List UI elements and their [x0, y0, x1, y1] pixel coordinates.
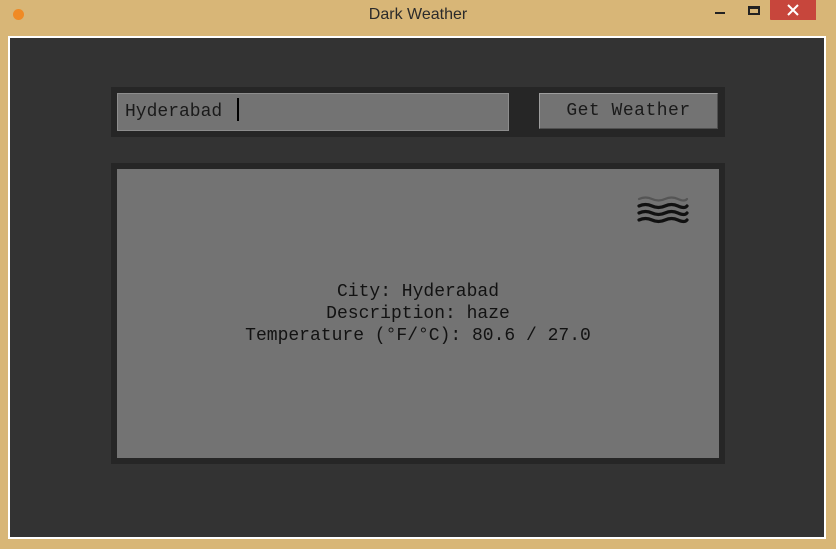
- minimize-button[interactable]: [706, 0, 733, 20]
- app-content: Get Weather City: Hyderabad Descr: [10, 38, 824, 537]
- close-icon: [787, 4, 799, 16]
- haze-icon: [637, 196, 689, 224]
- weather-info: City: Hyderabad Description: haze Temper…: [117, 281, 719, 347]
- close-button[interactable]: [770, 0, 816, 20]
- search-frame: Get Weather: [111, 87, 725, 137]
- minimize-icon: [714, 12, 725, 14]
- app-window: Dark Weather Get Weather: [0, 0, 836, 549]
- result-panel: City: Hyderabad Description: haze Temper…: [117, 169, 719, 458]
- result-frame: City: Hyderabad Description: haze Temper…: [111, 163, 725, 464]
- maximize-button[interactable]: [740, 0, 767, 20]
- city-input[interactable]: [117, 93, 509, 131]
- client-area: Get Weather City: Hyderabad Descr: [8, 36, 826, 539]
- temperature-line: Temperature (°F/°C): 80.6 / 27.0: [245, 326, 591, 346]
- maximize-icon: [747, 5, 760, 15]
- description-line: Description: haze: [326, 304, 510, 324]
- title-bar[interactable]: Dark Weather: [0, 0, 836, 32]
- city-line: City: Hyderabad: [336, 282, 500, 302]
- get-weather-button[interactable]: Get Weather: [539, 93, 718, 129]
- text-caret: [237, 98, 239, 121]
